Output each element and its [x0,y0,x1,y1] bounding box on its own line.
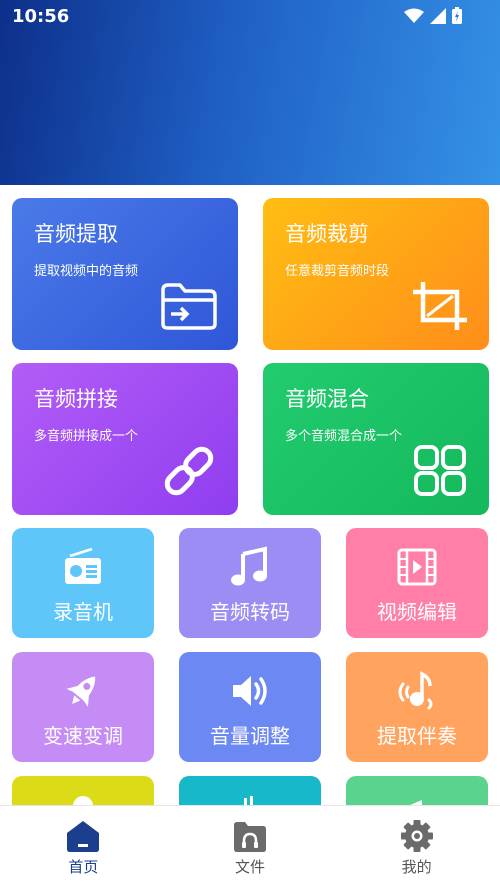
speed-pitch-card[interactable]: 变速变调 [12,652,154,762]
card-label: 视频编辑 [377,600,457,624]
header-banner: 10:56 [0,0,500,185]
card-label: 音频转码 [210,600,290,624]
card-label: 音量调整 [210,724,290,748]
card-title: 音频裁剪 [285,222,369,246]
music-note-icon [231,546,267,586]
card-subtitle: 多个音频混合成一个 [285,429,403,444]
card-label: 录音机 [53,600,113,624]
rocket-icon [66,676,96,707]
radio-icon [65,547,101,584]
folder-import-icon [161,283,217,330]
audio-extract-card[interactable]: 音频提取 提取视频中的音频 [12,198,238,350]
extract-accompaniment-card[interactable]: 提取伴奏 [346,652,488,762]
signal-icon [430,7,446,24]
audio-transcode-card[interactable]: 音频转码 [179,528,321,638]
card-title: 音频拼接 [34,387,118,411]
film-icon [397,548,437,586]
nav-label: 首页 [68,858,99,876]
nav-label: 文件 [235,858,266,876]
nav-item-home[interactable]: 首页 [0,806,167,890]
card-title: 音频提取 [34,222,118,246]
card-label: 提取伴奏 [377,724,457,748]
card-label: 变速变调 [43,724,123,748]
wifi-icon [404,8,424,23]
crop-icon [413,282,467,330]
audio-join-card[interactable]: 音频拼接 多音频拼接成一个 [12,363,238,515]
card-subtitle: 提取视频中的音频 [34,264,139,279]
status-icons [404,7,462,24]
music-signal-icon [398,671,433,710]
nav-item-mine[interactable]: 我的 [333,806,500,890]
link-icon [164,446,214,496]
video-edit-card[interactable]: 视频编辑 [346,528,488,638]
recorder-card[interactable]: 录音机 [12,528,154,638]
folder-headphones-icon [234,822,266,852]
volume-icon [233,676,267,706]
apps-grid-icon [414,445,466,496]
card-subtitle: 多音频拼接成一个 [34,429,139,444]
audio-mix-card[interactable]: 音频混合 多个音频混合成一个 [263,363,489,515]
card-subtitle: 任意裁剪音频时段 [285,264,390,279]
gear-icon [400,820,433,852]
bottom-nav: 首页 文件 我的 [0,805,500,890]
audio-crop-card[interactable]: 音频裁剪 任意裁剪音频时段 [263,198,489,350]
nav-label: 我的 [401,858,432,876]
home-icon [67,821,100,852]
battery-icon [452,7,462,24]
status-time: 10:56 [12,6,70,27]
card-title: 音频混合 [285,387,369,411]
volume-adjust-card[interactable]: 音量调整 [179,652,321,762]
nav-item-files[interactable]: 文件 [167,806,334,890]
